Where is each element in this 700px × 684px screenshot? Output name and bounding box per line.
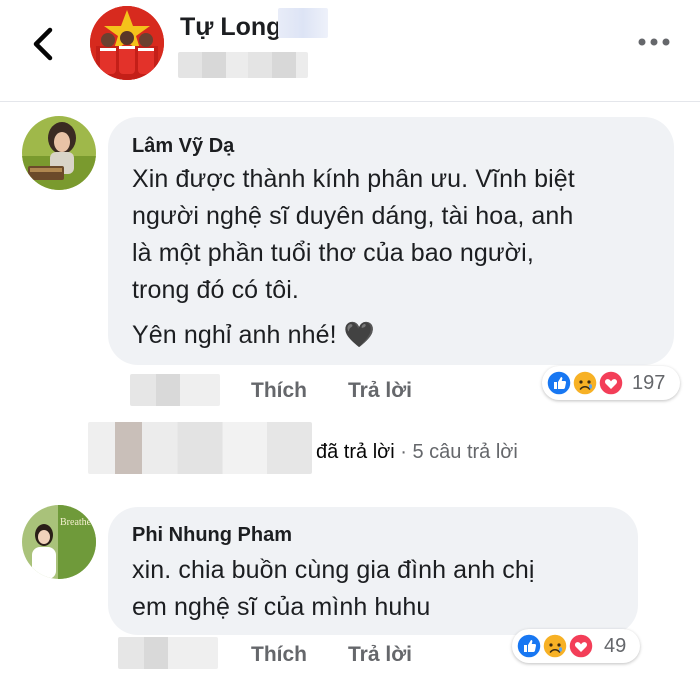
- comment-text-line: em nghệ sĩ của mình huhu: [132, 593, 431, 621]
- blurred-timestamp: [118, 637, 218, 669]
- commenter-avatar[interactable]: Breathe: [22, 505, 96, 579]
- comment-bubble: Phi Nhung Pham xin. chia buồn cùng gia đ…: [108, 507, 638, 635]
- comment-text-line: người nghệ sĩ duyên dáng, tài hoa, anh: [132, 202, 574, 230]
- comment-text-line: là một phần tuổi thơ của bao người,: [132, 239, 534, 267]
- replies-separator: ·: [394, 441, 413, 463]
- reaction-summary[interactable]: 49: [512, 629, 640, 663]
- commenter-avatar[interactable]: [22, 116, 96, 190]
- comment-author[interactable]: Lâm Vỹ Dạ: [132, 135, 234, 158]
- reply-button[interactable]: Trả lời: [348, 379, 412, 403]
- comment-author[interactable]: Phi Nhung Pham: [132, 524, 292, 547]
- chevron-left-icon[interactable]: [28, 26, 60, 62]
- blurred-replier: [88, 422, 312, 474]
- replied-label: đã trả lời: [316, 441, 395, 463]
- blurred-post-meta: [178, 52, 308, 78]
- comment-text-line: Yên nghỉ anh nhé! 🖤: [132, 321, 375, 349]
- reply-button[interactable]: Trả lời: [348, 643, 412, 667]
- like-button[interactable]: Thích: [251, 643, 307, 667]
- comment-text-line: trong đó có tôi.: [132, 276, 299, 304]
- blurred-name-suffix: [278, 8, 328, 38]
- comment-bubble: Lâm Vỹ Dạ Xin được thành kính phân ưu. V…: [108, 117, 674, 365]
- reaction-count: 197: [632, 372, 666, 394]
- ellipsis-icon[interactable]: [636, 30, 672, 54]
- love-reaction-icon: [598, 370, 624, 396]
- reaction-summary[interactable]: 197: [542, 366, 680, 400]
- page-avatar[interactable]: [90, 6, 164, 80]
- like-reaction-icon: [516, 633, 542, 659]
- reaction-count: 49: [604, 635, 627, 657]
- post-header: Tự Long: [0, 0, 700, 102]
- view-replies-link[interactable]: đã trả lời · 5 câu trả lời: [316, 441, 518, 464]
- comment-text-line: Xin được thành kính phân ưu. Vĩnh biệt: [132, 165, 575, 193]
- page-name[interactable]: Tự Long: [180, 13, 281, 42]
- sad-reaction-icon: [572, 370, 598, 396]
- sad-reaction-icon: [542, 633, 568, 659]
- svg-text:Breathe: Breathe: [60, 517, 92, 528]
- reply-count: 5 câu trả lời: [412, 441, 518, 463]
- blurred-timestamp: [130, 374, 220, 406]
- like-reaction-icon: [546, 370, 572, 396]
- like-button[interactable]: Thích: [251, 379, 307, 403]
- comment-text-line: xin. chia buồn cùng gia đình anh chị: [132, 556, 535, 584]
- love-reaction-icon: [568, 633, 594, 659]
